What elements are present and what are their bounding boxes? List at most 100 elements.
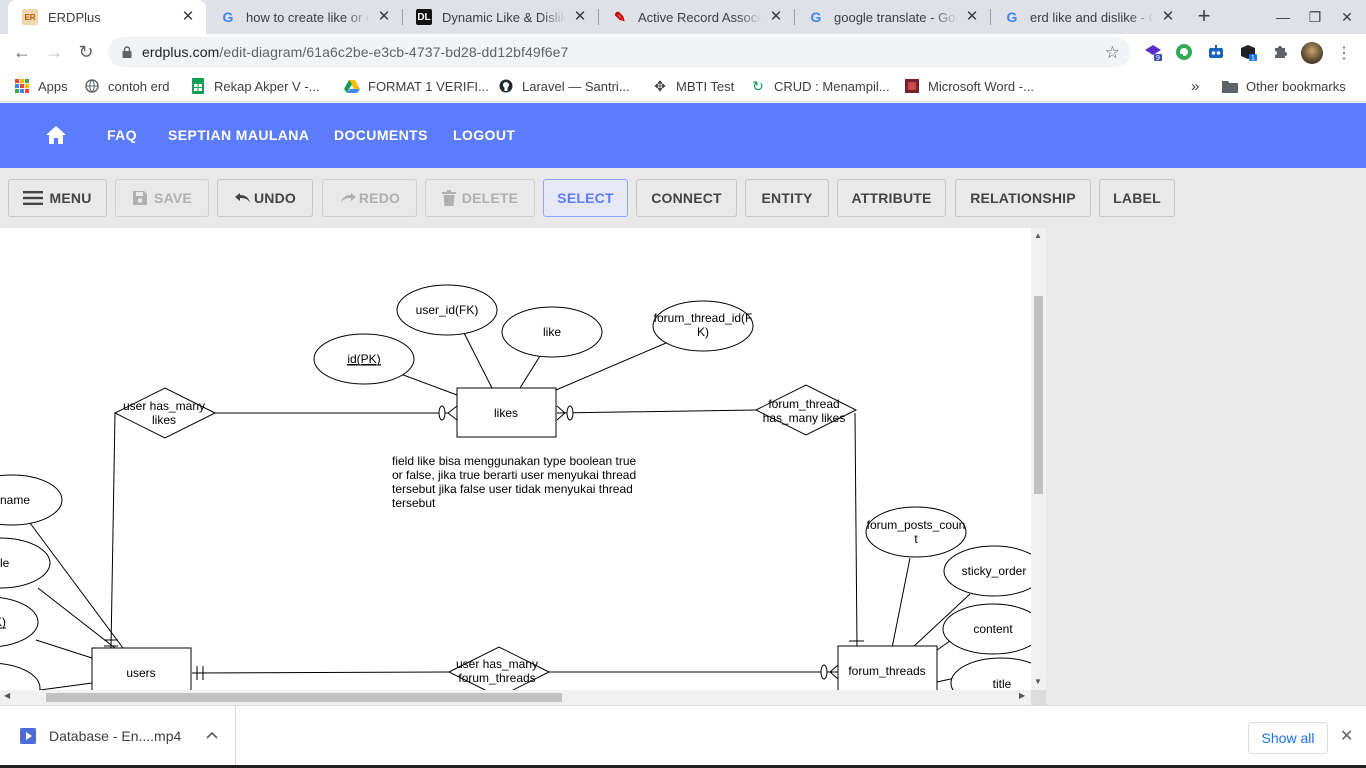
restore-icon[interactable]: ❐ bbox=[1299, 0, 1331, 34]
lock-icon bbox=[120, 45, 134, 59]
svg-text:1: 1 bbox=[1251, 55, 1255, 62]
bookmark-apps[interactable]: Apps bbox=[14, 76, 68, 96]
browser-toolbar: ← → ↻ erdplus.com/edit-diagram/61a6c2be-… bbox=[0, 34, 1366, 70]
drive-icon bbox=[344, 78, 360, 94]
nav-user[interactable]: SEPTIAN MAULANA bbox=[168, 127, 309, 143]
url-text: erdplus.com/edit-diagram/61a6c2be-e3cb-4… bbox=[142, 44, 569, 60]
bookmark-laravel[interactable]: Laravel — Santri... bbox=[498, 76, 630, 96]
close-tab-icon[interactable]: ✕ bbox=[572, 9, 588, 25]
scroll-left-arrow-icon[interactable]: ◀ bbox=[4, 691, 10, 700]
attribute-button[interactable]: ATTRIBUTE bbox=[837, 179, 946, 217]
undo-button[interactable]: UNDO bbox=[217, 179, 313, 217]
horizontal-scroll-thumb[interactable] bbox=[46, 693, 562, 702]
menu-button[interactable]: MENU bbox=[8, 179, 107, 217]
other-bookmarks[interactable]: Other bookmarks bbox=[1222, 76, 1346, 96]
rails-icon: ✎ bbox=[614, 8, 626, 25]
rel-user-threads-label: user has_many bbox=[456, 657, 538, 671]
extension-hat-icon[interactable]: 9 bbox=[1143, 42, 1163, 62]
connect-button[interactable]: CONNECT bbox=[636, 179, 737, 217]
scroll-up-arrow-icon[interactable]: ▲ bbox=[1034, 231, 1042, 240]
minimize-icon[interactable]: — bbox=[1267, 0, 1299, 34]
redo-button[interactable]: REDO bbox=[322, 179, 417, 217]
other-bookmarks-label: Other bookmarks bbox=[1246, 78, 1346, 94]
chevron-up-icon[interactable] bbox=[206, 728, 218, 742]
bookmark-label: FORMAT 1 VERIFI... bbox=[368, 78, 489, 94]
tab-dynamic-like[interactable]: DL Dynamic Like & Dislike ✕ bbox=[402, 0, 598, 34]
extension-chat-icon[interactable] bbox=[1174, 42, 1194, 62]
tab-title: Active Record Associations bbox=[638, 9, 762, 25]
nav-documents[interactable]: DOCUMENTS bbox=[334, 127, 428, 143]
label-button[interactable]: LABEL bbox=[1099, 179, 1175, 217]
select-button[interactable]: SELECT bbox=[543, 179, 628, 217]
vertical-scroll-thumb[interactable] bbox=[1034, 296, 1043, 494]
bookmarks-bar: Apps contoh erd Rekap Akper V -... FORMA… bbox=[0, 70, 1366, 102]
tab-google-search[interactable]: G how to create like or dislike ✕ bbox=[206, 0, 402, 34]
tab-active-record[interactable]: ✎ Active Record Associations ✕ bbox=[598, 0, 794, 34]
erd-diagram[interactable]: user_id(FK) like forum_thread_id(F K) id… bbox=[0, 228, 1046, 705]
scroll-down-arrow-icon[interactable]: ▼ bbox=[1034, 677, 1042, 686]
apps-icon bbox=[14, 78, 30, 94]
edge-name-users bbox=[29, 522, 124, 649]
entity-button[interactable]: ENTITY bbox=[745, 179, 829, 217]
attr-title-label: title bbox=[993, 677, 1012, 691]
save-button[interactable]: SAVE bbox=[115, 179, 209, 217]
home-icon[interactable] bbox=[44, 123, 68, 147]
download-item[interactable]: Database - En....mp4 bbox=[0, 706, 236, 766]
tab-strip: ER ERDPlus ✕ G how to create like or dis… bbox=[0, 0, 1366, 34]
extensions-puzzle-icon[interactable] bbox=[1270, 42, 1290, 62]
folder-icon bbox=[1222, 78, 1238, 94]
bookmarks-more-chevron-icon[interactable]: » bbox=[1191, 76, 1199, 96]
close-tab-icon[interactable]: ✕ bbox=[1160, 9, 1176, 25]
edge-k-users bbox=[35, 639, 93, 659]
close-tab-icon[interactable]: ✕ bbox=[768, 9, 784, 25]
new-tab-icon[interactable]: + bbox=[1192, 5, 1216, 29]
google-icon: G bbox=[222, 9, 234, 25]
close-downloads-icon[interactable]: ✕ bbox=[1340, 726, 1353, 746]
close-window-icon[interactable]: ✕ bbox=[1331, 0, 1363, 34]
browser-menu-icon[interactable]: ⋮ bbox=[1336, 43, 1352, 63]
vertical-scrollbar[interactable]: ▲ ▼ bbox=[1031, 228, 1046, 690]
profile-avatar[interactable] bbox=[1301, 42, 1323, 64]
nav-faq[interactable]: FAQ bbox=[107, 127, 137, 143]
google-icon: G bbox=[1006, 9, 1018, 25]
edge-thread-rel bbox=[854, 412, 858, 649]
extension-robot-icon[interactable] bbox=[1206, 42, 1226, 62]
reload-icon[interactable]: ↻ bbox=[72, 38, 100, 66]
bookmark-format[interactable]: FORMAT 1 VERIFI... bbox=[344, 76, 489, 96]
bookmark-rekap[interactable]: Rekap Akper V -... bbox=[190, 76, 320, 96]
bookmark-star-icon[interactable]: ☆ bbox=[1105, 43, 1120, 63]
redo-icon bbox=[339, 191, 357, 205]
close-tab-icon[interactable]: ✕ bbox=[376, 9, 392, 25]
bookmark-contoh-erd[interactable]: contoh erd bbox=[84, 76, 169, 96]
google-icon: G bbox=[810, 9, 822, 25]
note-line-4: tersebut bbox=[392, 496, 436, 510]
relationship-button[interactable]: RELATIONSHIP bbox=[955, 179, 1091, 217]
tab-google-translate[interactable]: G google translate - Google ✕ bbox=[794, 0, 990, 34]
globe-icon bbox=[84, 78, 100, 94]
bookmark-mbti[interactable]: ✥ MBTI Test bbox=[652, 76, 734, 96]
address-bar[interactable]: erdplus.com/edit-diagram/61a6c2be-e3cb-4… bbox=[108, 37, 1130, 67]
optional-marker bbox=[820, 664, 828, 680]
edge-user-id-likes bbox=[461, 328, 493, 389]
bookmark-crud[interactable]: ↻ CRUD : Menampil... bbox=[750, 76, 889, 96]
delete-label: DELETE bbox=[461, 190, 519, 206]
forward-icon[interactable]: → bbox=[40, 38, 68, 66]
optional-marker bbox=[566, 405, 574, 421]
back-icon[interactable]: ← bbox=[8, 38, 36, 66]
tab-erd-like[interactable]: G erd like and dislike - Google ✕ bbox=[990, 0, 1186, 34]
scroll-right-arrow-icon[interactable]: ▶ bbox=[1019, 691, 1025, 700]
menu-label: MENU bbox=[49, 190, 92, 206]
extension-box-icon[interactable]: 1 bbox=[1238, 42, 1258, 62]
horizontal-scrollbar[interactable]: ◀ ▶ bbox=[0, 690, 1031, 705]
delete-button[interactable]: DELETE bbox=[425, 179, 535, 217]
close-tab-icon[interactable]: ✕ bbox=[180, 9, 196, 25]
tab-erdplus[interactable]: ER ERDPlus ✕ bbox=[8, 0, 206, 34]
close-tab-icon[interactable]: ✕ bbox=[964, 9, 980, 25]
bookmark-label: MBTI Test bbox=[676, 78, 735, 94]
bookmark-word[interactable]: Microsoft Word -... bbox=[904, 76, 1034, 96]
show-all-button[interactable]: Show all bbox=[1248, 722, 1328, 754]
nav-logout[interactable]: LOGOUT bbox=[453, 127, 515, 143]
diagram-canvas[interactable]: user_id(FK) like forum_thread_id(F K) id… bbox=[0, 228, 1046, 705]
edge-le-users bbox=[37, 587, 116, 649]
bookmark-label: Microsoft Word -... bbox=[928, 78, 1034, 94]
